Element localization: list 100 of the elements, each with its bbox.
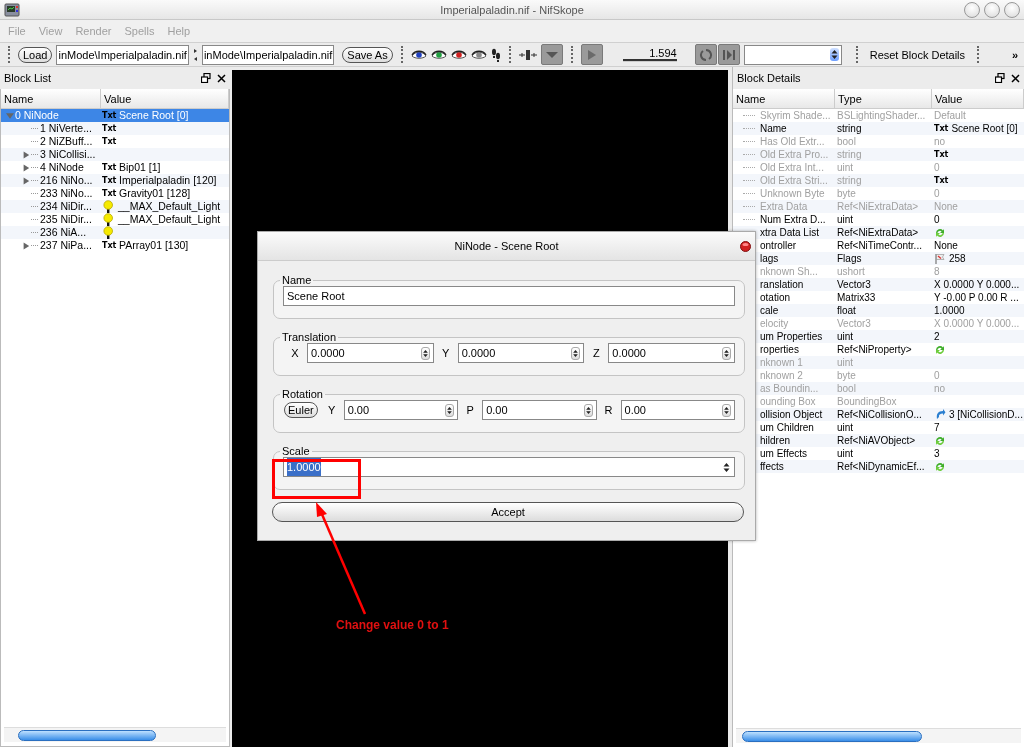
field-name: Old Extra Pro... xyxy=(760,148,829,161)
tree-row[interactable]: 3 NiCollisi... xyxy=(1,148,229,161)
field-name: nknown 1 xyxy=(760,356,803,369)
field-type: Ref<NiProperty> xyxy=(837,343,912,356)
spin-icon[interactable] xyxy=(722,346,731,360)
minimize-button[interactable] xyxy=(964,2,980,18)
spin-icon[interactable] xyxy=(420,346,430,360)
field-name: ranslation xyxy=(760,278,804,291)
float-icon[interactable] xyxy=(995,73,1005,83)
txt-label: Txt xyxy=(102,110,115,122)
path-field[interactable]: inMode\Imperialpaladin.nif xyxy=(56,44,189,65)
field-type: uint xyxy=(837,356,854,369)
spin-icon[interactable] xyxy=(445,403,455,417)
reset-block-details-button[interactable]: Reset Block Details xyxy=(865,48,970,61)
tree-row[interactable]: 235 NiDir... __MAX_Default_Light xyxy=(1,213,229,226)
tree-row[interactable]: 237 NiPa... Txt PArray01 [130] xyxy=(1,239,229,252)
spin-icon[interactable] xyxy=(583,403,593,417)
tree-row[interactable]: 216 NiNo... Txt Imperialpaladin [120] xyxy=(1,174,229,187)
tree-row[interactable]: 234 NiDir... __MAX_Default_Light xyxy=(1,200,229,213)
txt-label: Txt xyxy=(102,240,115,252)
euler-button[interactable]: Euler xyxy=(284,402,318,418)
tree-row[interactable]: 236 NiA... xyxy=(1,226,229,239)
float-icon[interactable] xyxy=(201,73,211,83)
close-icon[interactable] xyxy=(217,73,226,83)
spin-icon[interactable] xyxy=(829,48,839,61)
tree-row[interactable]: 0 NiNode Txt Scene Root [0] xyxy=(1,109,229,122)
eye-icon[interactable] xyxy=(470,49,487,60)
refresh-icon xyxy=(934,434,946,447)
field-name: Skyrim Shade... xyxy=(760,109,831,122)
field-value: no xyxy=(934,382,946,395)
scale-field[interactable]: 1.0000 xyxy=(283,457,735,477)
loop-button[interactable] xyxy=(694,44,717,65)
field-type: bool xyxy=(837,382,856,395)
field-name: roperties xyxy=(760,343,799,356)
number-field[interactable]: 0.0000 xyxy=(457,343,585,363)
field-type: Vector3 xyxy=(837,278,871,291)
node-name: 2 NiZBuff... xyxy=(40,135,93,148)
panel-title: Block List xyxy=(4,72,52,84)
loop-icon xyxy=(698,47,713,62)
field-name: ollision Object xyxy=(760,408,823,421)
save-as-button[interactable]: Save As xyxy=(342,46,393,63)
path-field[interactable]: inMode\Imperialpaladin.nif xyxy=(201,44,335,65)
number-field[interactable]: 0.00 xyxy=(482,400,597,420)
field-type: bool xyxy=(837,135,856,148)
name-field[interactable]: Scene Root xyxy=(283,286,735,306)
lamp-icon xyxy=(102,213,114,226)
field-name: ffects xyxy=(760,460,784,473)
field-name: um Children xyxy=(760,421,814,434)
node-value: PArray01 [130] xyxy=(119,239,189,252)
field-type: byte xyxy=(837,187,856,200)
field-type: uint xyxy=(837,161,854,174)
tree-row[interactable]: 233 NiNo... Txt Gravity01 [128] xyxy=(1,187,229,200)
dropdown-button[interactable] xyxy=(540,44,563,65)
number-field[interactable]: 0.0000 xyxy=(307,343,434,363)
scrollbar[interactable] xyxy=(736,728,1021,743)
scrollbar[interactable] xyxy=(4,727,226,742)
tree-triangle-icon[interactable] xyxy=(22,176,30,185)
spin-icon[interactable] xyxy=(571,346,581,360)
switch-icon xyxy=(721,48,736,61)
footprints-icon[interactable] xyxy=(490,47,501,62)
eye-icon[interactable] xyxy=(450,49,467,60)
maximize-button[interactable] xyxy=(984,2,1000,18)
close-icon[interactable] xyxy=(1011,73,1020,83)
close-button[interactable] xyxy=(740,241,751,252)
time-slider[interactable] xyxy=(622,59,677,62)
field-value: 0 xyxy=(934,369,940,382)
txt-label: Txt xyxy=(934,123,949,135)
curved-arrow-icon xyxy=(934,408,946,421)
node-name: 1 NiVerte... xyxy=(40,122,92,135)
dialog-title: NiNode - Scene Root xyxy=(454,240,559,252)
field-type: uint xyxy=(837,421,854,434)
number-field[interactable]: 0.00 xyxy=(343,400,459,420)
field-value: None xyxy=(934,239,958,252)
tree-triangle-icon[interactable] xyxy=(22,163,30,172)
tree-row[interactable]: 2 NiZBuff... Txt xyxy=(1,135,229,148)
play-button[interactable] xyxy=(580,44,603,65)
field-name: lags xyxy=(760,252,779,265)
load-button[interactable]: Load xyxy=(18,46,53,63)
accept-button[interactable]: Accept xyxy=(272,502,744,522)
axis-label: X xyxy=(290,347,300,359)
field-name: nknown 2 xyxy=(760,369,803,382)
txt-label: Txt xyxy=(102,188,115,200)
tree-triangle-icon[interactable] xyxy=(22,150,30,159)
spin-icon[interactable] xyxy=(722,403,731,417)
switch-button[interactable] xyxy=(717,44,740,65)
eye-icon[interactable] xyxy=(410,49,427,60)
field-type: Ref<NiExtraData> xyxy=(837,226,919,239)
tree-row[interactable]: 1 NiVerte... Txt xyxy=(1,122,229,135)
tree-row[interactable]: 4 NiNode Txt Bip01 [1] xyxy=(1,161,229,174)
tree-triangle-icon[interactable] xyxy=(22,241,30,250)
splitter-icon[interactable] xyxy=(192,47,198,62)
overflow-button[interactable]: » xyxy=(1011,48,1018,61)
field-type: string xyxy=(837,122,862,135)
number-field[interactable]: 0.00 xyxy=(620,400,735,420)
eye-icon[interactable] xyxy=(430,49,447,60)
node-name: 3 NiCollisi... xyxy=(40,148,96,161)
app-icon xyxy=(4,2,20,18)
field-value: Default xyxy=(934,109,966,122)
move-icon[interactable] xyxy=(518,48,537,61)
number-field[interactable]: 0.0000 xyxy=(608,343,735,363)
